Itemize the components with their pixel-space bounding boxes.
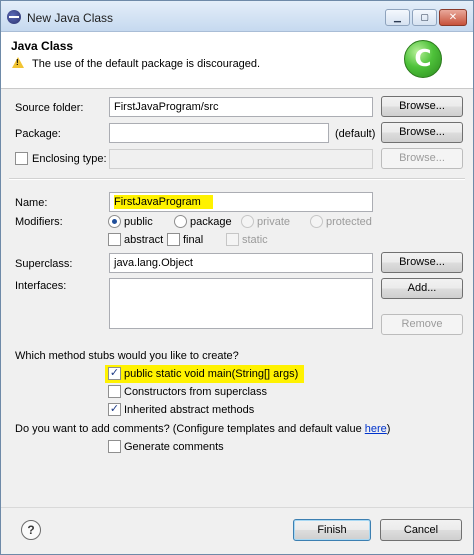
name-field[interactable]: FirstJavaProgram — [109, 192, 373, 212]
superclass-field[interactable]: java.lang.Object — [109, 253, 373, 273]
minimize-button[interactable]: ▁ — [385, 9, 410, 26]
generate-comments-checkbox[interactable] — [108, 440, 121, 453]
package-label: Package: — [15, 128, 61, 140]
enclosing-type-checkbox[interactable] — [15, 152, 28, 165]
superclass-browse-button[interactable]: Browse... — [381, 252, 463, 273]
cancel-button[interactable]: Cancel — [380, 519, 462, 541]
package-radio[interactable] — [174, 215, 187, 228]
method-stubs-question: Which method stubs would you like to cre… — [15, 350, 239, 362]
source-folder-field[interactable]: FirstJavaProgram/src — [109, 97, 373, 117]
public-radio-label: public — [124, 216, 153, 228]
generate-comments-label: Generate comments — [124, 441, 224, 453]
source-folder-label: Source folder: — [15, 102, 84, 114]
static-label: static — [242, 234, 268, 246]
constructors-checkbox[interactable] — [108, 385, 121, 398]
window-title: New Java Class — [27, 11, 114, 25]
protected-radio-label: protected — [326, 216, 372, 228]
final-checkbox[interactable] — [167, 233, 180, 246]
constructors-label: Constructors from superclass — [124, 386, 268, 398]
name-value: FirstJavaProgram — [114, 195, 213, 209]
eclipse-icon — [7, 10, 21, 24]
protected-radio — [310, 215, 323, 228]
package-default-label: (default) — [335, 128, 376, 140]
superclass-label: Superclass: — [15, 258, 73, 270]
page-title: Java Class — [11, 39, 74, 53]
abstract-label: abstract — [124, 234, 164, 246]
name-label: Name: — [15, 197, 48, 209]
enclosing-type-label: Enclosing type: — [32, 153, 107, 165]
main-method-checkbox[interactable]: ✓ — [108, 367, 121, 380]
maximize-button[interactable]: ▢ — [412, 9, 437, 26]
interfaces-list[interactable] — [109, 278, 373, 329]
warning-triangle-icon — [12, 57, 24, 68]
configure-templates-link[interactable]: here — [365, 423, 387, 435]
modifiers-label: Modifiers: — [15, 216, 63, 228]
comments-question: Do you want to add comments? (Configure … — [15, 423, 391, 435]
java-class-logo-icon: C — [404, 40, 442, 78]
wizard-header: Java Class The use of the default packag… — [1, 32, 473, 89]
remove-interface-button: Remove — [381, 314, 463, 335]
main-method-label: public static void main(String[] args) — [124, 368, 299, 380]
inherited-methods-checkbox[interactable]: ✓ — [108, 403, 121, 416]
abstract-checkbox[interactable] — [108, 233, 121, 246]
warning-message: The use of the default package is discou… — [32, 58, 261, 70]
finish-button[interactable]: Finish — [293, 519, 371, 541]
enclosing-type-field — [109, 149, 373, 169]
package-radio-label: package — [190, 216, 232, 228]
package-field[interactable] — [109, 123, 329, 143]
inherited-methods-label: Inherited abstract methods — [124, 404, 255, 416]
enclosing-type-browse-button: Browse... — [381, 148, 463, 169]
private-radio-label: private — [257, 216, 291, 228]
interfaces-label: Interfaces: — [15, 280, 67, 292]
add-interface-button[interactable]: Add... — [381, 278, 463, 299]
dialog-window: New Java Class ▁ ▢ ✕ Java Class The use … — [0, 0, 474, 555]
help-icon[interactable]: ? — [21, 520, 41, 540]
final-label: final — [183, 234, 204, 246]
package-browse-button[interactable]: Browse... — [381, 122, 463, 143]
private-radio — [241, 215, 254, 228]
public-radio[interactable] — [108, 215, 121, 228]
separator — [9, 178, 465, 180]
title-bar[interactable]: New Java Class ▁ ▢ ✕ — [1, 1, 473, 32]
source-folder-browse-button[interactable]: Browse... — [381, 96, 463, 117]
static-checkbox — [226, 233, 239, 246]
close-button[interactable]: ✕ — [439, 9, 467, 26]
